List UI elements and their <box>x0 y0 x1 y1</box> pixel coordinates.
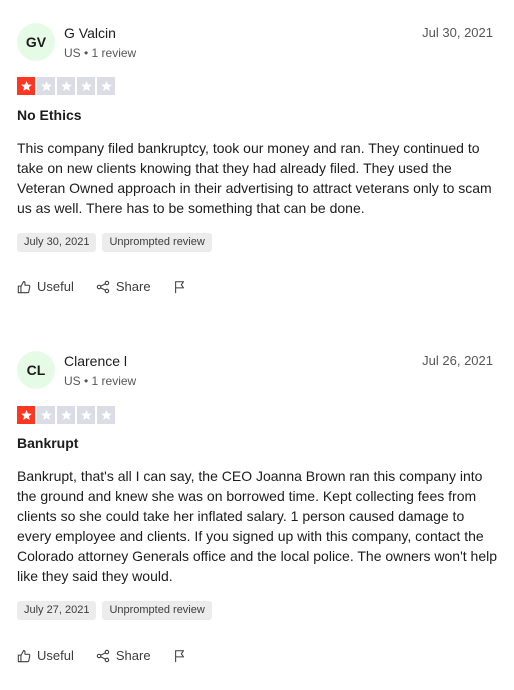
share-icon <box>96 280 110 293</box>
avatar-initials: GV <box>25 34 47 50</box>
useful-button[interactable]: Useful <box>17 279 74 294</box>
review-title[interactable]: Bankrupt <box>17 435 78 451</box>
share-button[interactable]: Share <box>96 648 151 663</box>
review-tags: July 27, 2021 Unprompted review <box>17 601 212 620</box>
star-empty-icon <box>57 406 75 424</box>
share-icon <box>96 649 110 662</box>
star-empty-icon <box>37 406 55 424</box>
star-filled-icon <box>17 406 35 424</box>
star-empty-icon <box>57 77 75 95</box>
reviewer-meta: US • 1 review <box>64 374 137 388</box>
reviewer-meta: US • 1 review <box>64 46 137 60</box>
review-tags: July 30, 2021 Unprompted review <box>17 233 212 252</box>
avatar[interactable]: GV <box>17 23 55 61</box>
review-type-tag[interactable]: Unprompted review <box>102 601 212 620</box>
useful-label: Useful <box>37 279 74 294</box>
avatar[interactable]: CL <box>17 351 55 389</box>
useful-label: Useful <box>37 648 74 663</box>
review-body: This company filed bankruptcy, took our … <box>17 140 492 216</box>
review-date: Jul 26, 2021 <box>422 353 493 368</box>
star-empty-icon <box>77 406 95 424</box>
star-empty-icon <box>97 77 115 95</box>
review-body: Bankrupt, that's all I can say, the CEO … <box>17 468 497 584</box>
review-date: Jul 30, 2021 <box>422 25 493 40</box>
star-rating <box>17 77 115 95</box>
review-type-tag[interactable]: Unprompted review <box>102 233 212 252</box>
thumbs-up-icon <box>17 649 31 662</box>
review-title[interactable]: No Ethics <box>17 107 82 123</box>
share-label: Share <box>115 279 151 294</box>
flag-icon <box>174 649 184 662</box>
share-label: Share <box>115 648 151 663</box>
star-empty-icon <box>77 77 95 95</box>
experience-date-tag: July 30, 2021 <box>17 233 97 252</box>
thumbs-up-icon <box>17 280 31 293</box>
star-empty-icon <box>37 77 55 95</box>
star-rating <box>17 406 115 424</box>
report-button[interactable] <box>173 649 193 663</box>
report-button[interactable] <box>173 280 193 294</box>
useful-button[interactable]: Useful <box>17 648 74 663</box>
star-empty-icon <box>97 406 115 424</box>
share-button[interactable]: Share <box>96 279 151 294</box>
experience-date-tag: July 27, 2021 <box>17 601 97 620</box>
review-actions: Useful Share <box>17 279 215 294</box>
review-actions: Useful Share <box>17 648 215 663</box>
reviewer-name[interactable]: Clarence l <box>64 353 127 369</box>
star-filled-icon <box>17 77 35 95</box>
avatar-initials: CL <box>26 362 46 378</box>
reviewer-name[interactable]: G Valcin <box>64 25 116 41</box>
flag-icon <box>174 280 184 293</box>
